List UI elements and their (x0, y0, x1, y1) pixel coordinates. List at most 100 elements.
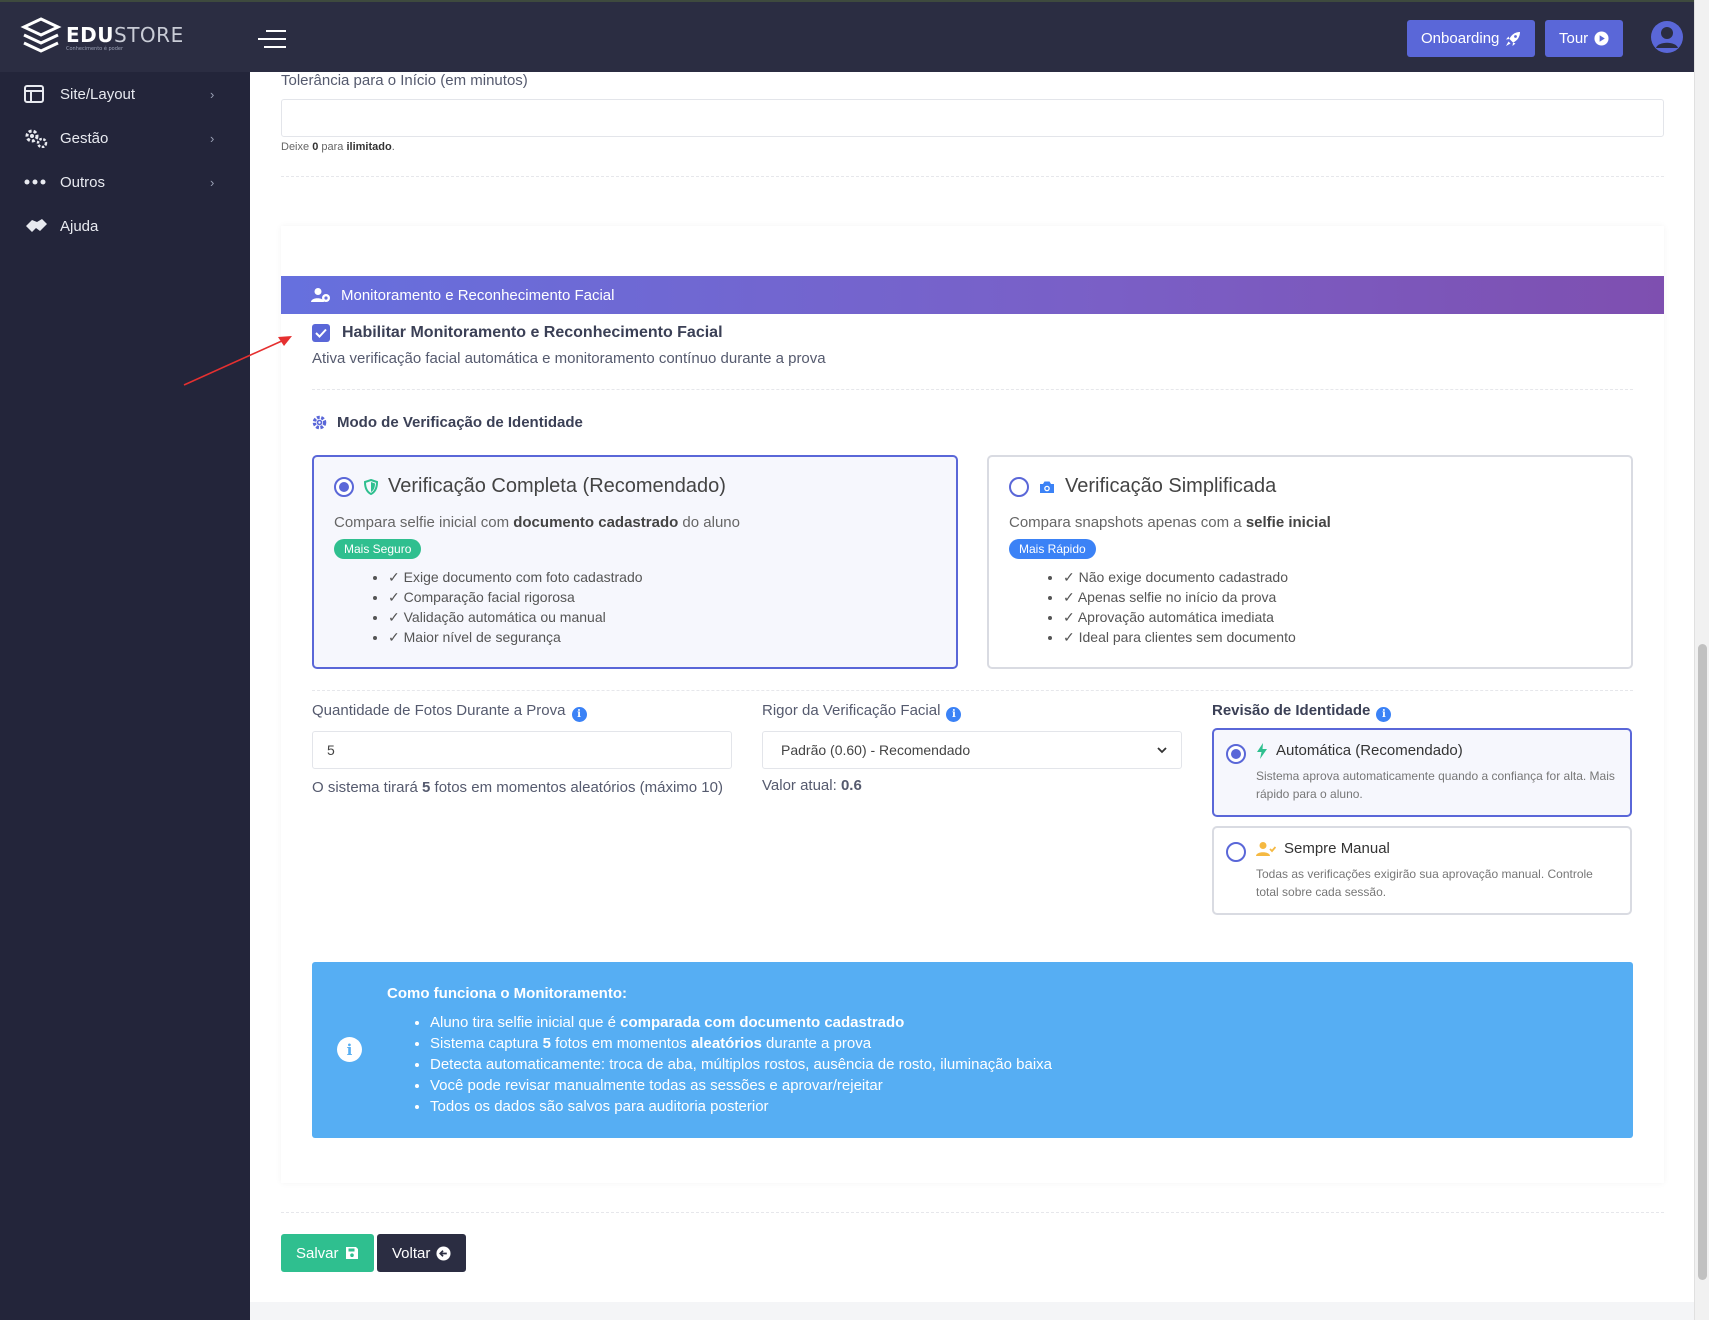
photos-help: O sistema tirará 5 fotos em momentos ale… (312, 779, 723, 796)
chevron-down-icon (1157, 746, 1167, 753)
gear-icon (312, 415, 327, 430)
mode-simplified-title: Verificação Simplificada (1065, 475, 1277, 497)
mode-title-text: Modo de Verificação de Identidade (337, 414, 583, 431)
enable-facial-label: Habilitar Monitoramento e Reconhecimento… (342, 324, 723, 341)
tour-label: Tour (1559, 30, 1589, 47)
info-icon[interactable]: i (1376, 707, 1392, 722)
page-scrollbar[interactable] (1694, 0, 1709, 1320)
photos-label: Quantidade de Fotos Durante a Prova i (312, 702, 732, 722)
sidebar-item-label: Gestão (60, 129, 109, 147)
info-icon[interactable]: i (946, 707, 962, 722)
review-automatic-radio[interactable] (1226, 744, 1246, 764)
rigor-label: Rigor da Verificação Facial i (762, 702, 1182, 722)
divider (281, 176, 1664, 177)
photos-input[interactable]: 5 (312, 731, 732, 769)
review-automatic-description: Sistema aprova automaticamente quando a … (1256, 769, 1615, 801)
dots-icon (24, 179, 50, 185)
tolerance-label: Tolerância para o Início (em minutos) (281, 72, 528, 89)
list-item: ✓ Não exige documento cadastrado (1063, 567, 1611, 587)
mode-option-simplified[interactable]: Verificação Simplificada Compara snapsho… (987, 455, 1633, 669)
photos-field: Quantidade de Fotos Durante a Prova i 5 O… (312, 702, 732, 798)
mode-complete-radio[interactable] (334, 476, 354, 497)
rocket-icon (1506, 31, 1521, 46)
tour-button[interactable]: Tour (1545, 20, 1624, 57)
tolerance-input[interactable] (281, 99, 1664, 137)
how-it-works-title: Como funciona o Monitoramento: (387, 985, 627, 1002)
list-item: Todos os dados são salvos para auditoria… (430, 1096, 1052, 1117)
brand-logo[interactable]: EDUSTORE Conhecimento é poder (20, 16, 184, 60)
mode-complete-features: ✓ Exige documento com foto cadastrado ✓ … (388, 567, 936, 647)
mode-option-complete[interactable]: Verificação Completa (Recomendado) Compa… (312, 455, 958, 669)
mode-complete-title: Verificação Completa (Recomendado) (388, 475, 726, 497)
play-circle-icon (1594, 31, 1609, 46)
sidebar-item-outros[interactable]: Outros › (0, 160, 250, 204)
handshake-icon (24, 216, 50, 236)
sidebar-item-label: Site/Layout (60, 85, 136, 103)
info-circle-icon: i (337, 1037, 362, 1062)
onboarding-label: Onboarding (1421, 30, 1500, 47)
mode-title: Modo de Verificação de Identidade (312, 414, 583, 431)
gears-icon (24, 128, 50, 148)
list-item: ✓ Ideal para clientes sem documento (1063, 627, 1611, 647)
back-label: Voltar (392, 1244, 431, 1262)
info-icon[interactable]: i (571, 707, 587, 722)
rigor-field: Rigor da Verificação Facial i Padrão (0.6… (762, 702, 1182, 794)
scrollbar-thumb[interactable] (1698, 644, 1707, 1280)
mode-simplified-radio[interactable] (1009, 476, 1029, 497)
sidebar: Site/Layout › Gestão › Outros › Ajuda (0, 72, 250, 1320)
review-manual-radio[interactable] (1226, 842, 1246, 862)
sidebar-item-label: Ajuda (60, 217, 99, 235)
facial-section-header: Monitoramento e Reconhecimento Facial (281, 276, 1664, 314)
top-header: EDUSTORE Conhecimento é poder Onboarding… (0, 0, 1694, 72)
user-avatar[interactable] (1651, 21, 1683, 53)
layout-icon (24, 85, 50, 103)
list-item: Detecta automaticamente: troca de aba, m… (430, 1054, 1052, 1075)
floppy-disk-icon (345, 1247, 358, 1259)
how-it-works-box: i Como funciona o Monitoramento: Aluno t… (312, 962, 1633, 1138)
rigor-selected-value: Padrão (0.60) - Recomendado (781, 742, 971, 758)
mode-complete-description: Compara selfie inicial com documento cad… (334, 514, 740, 531)
list-item: ✓ Comparação facial rigorosa (388, 587, 936, 607)
divider (312, 389, 1633, 390)
rigor-current: Valor atual: 0.6 (762, 777, 862, 794)
review-option-automatic[interactable]: Automática (Recomendado) Sistema aprova … (1212, 728, 1632, 817)
enable-facial-checkbox[interactable] (312, 324, 330, 342)
user-icon (1656, 27, 1678, 48)
check-icon (315, 328, 327, 338)
chevron-right-icon: › (210, 130, 215, 146)
shield-icon (364, 478, 378, 495)
review-label: Revisão de Identidade i (1212, 702, 1632, 722)
sidebar-item-gestao[interactable]: Gestão › (0, 116, 250, 160)
onboarding-button[interactable]: Onboarding (1407, 20, 1536, 57)
review-manual-description: Todas as verificações exigirão sua aprov… (1256, 867, 1593, 899)
save-label: Salvar (296, 1244, 339, 1262)
sidebar-item-ajuda[interactable]: Ajuda (0, 204, 250, 248)
chevron-right-icon: › (210, 174, 215, 190)
list-item: ✓ Exige documento com foto cadastrado (388, 567, 936, 587)
save-button[interactable]: Salvar (281, 1234, 374, 1272)
divider (312, 690, 1633, 691)
list-item: ✓ Aprovação automática imediata (1063, 607, 1611, 627)
back-button[interactable]: Voltar (377, 1234, 467, 1272)
review-field: Revisão de Identidade i Automática (Recom… (1212, 702, 1632, 922)
user-shield-icon (311, 288, 330, 302)
menu-toggle-icon[interactable] (258, 30, 286, 48)
facial-monitoring-card: Monitoramento e Reconhecimento Facial Ha… (281, 226, 1664, 1183)
list-item: ✓ Maior nível de segurança (388, 627, 936, 647)
arrow-left-circle-icon (436, 1245, 451, 1261)
review-automatic-title: Automática (Recomendado) (1276, 742, 1463, 759)
badge-more-secure: Mais Seguro (334, 539, 422, 559)
rigor-select[interactable]: Padrão (0.60) - Recomendado (762, 731, 1182, 769)
sidebar-item-site-layout[interactable]: Site/Layout › (0, 72, 250, 116)
facial-section-title: Monitoramento e Reconhecimento Facial (341, 286, 615, 304)
brand-name: EDUSTORE (66, 22, 184, 47)
mode-simplified-description: Compara snapshots apenas com a selfie in… (1009, 514, 1331, 531)
review-option-manual[interactable]: Sempre Manual Todas as verificações exig… (1212, 826, 1632, 915)
bolt-icon (1257, 742, 1267, 759)
list-item: ✓ Validação automática ou manual (388, 607, 936, 627)
mode-simplified-features: ✓ Não exige documento cadastrado ✓ Apena… (1063, 567, 1611, 647)
tolerance-help: Deixe 0 para ilimitado. (281, 141, 395, 153)
list-item: Você pode revisar manualmente todas as s… (430, 1075, 1052, 1096)
review-manual-title: Sempre Manual (1284, 840, 1390, 857)
enable-facial-row[interactable]: Habilitar Monitoramento e Reconhecimento… (312, 324, 723, 342)
